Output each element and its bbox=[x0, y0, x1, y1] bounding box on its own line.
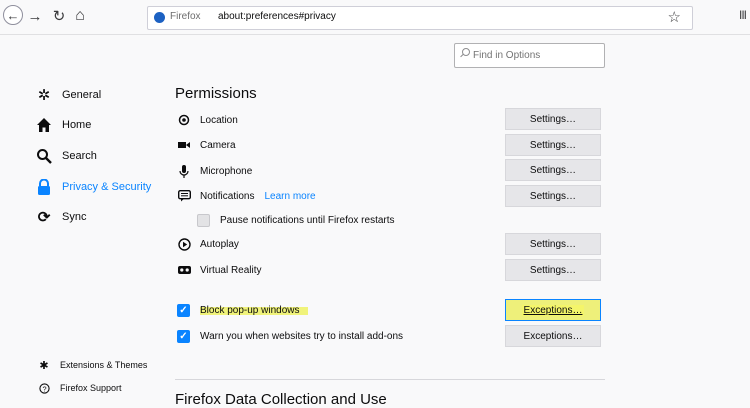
identity-label: Firefox bbox=[170, 11, 201, 22]
svg-text:?: ? bbox=[42, 384, 46, 393]
puzzle-icon: ✱ bbox=[39, 359, 49, 372]
vr-icon bbox=[177, 263, 191, 277]
block-popups-checkbox[interactable]: ✓ bbox=[177, 303, 190, 317]
library-icon[interactable]: III bbox=[739, 8, 747, 22]
autoplay-settings-button[interactable]: Settings… bbox=[505, 233, 601, 255]
search-icon bbox=[462, 48, 470, 56]
back-button[interactable]: ← bbox=[3, 5, 23, 25]
url-text: about:preferences#privacy bbox=[218, 11, 336, 22]
section-divider bbox=[175, 379, 605, 380]
forward-arrow-icon: → bbox=[27, 7, 43, 25]
sidebar-extensions-link[interactable]: ✱ Extensions & Themes bbox=[38, 358, 147, 372]
permission-row-microphone: Microphone bbox=[177, 163, 252, 179]
find-in-options[interactable] bbox=[454, 43, 605, 68]
location-settings-button[interactable]: Settings… bbox=[505, 108, 601, 130]
sidebar-footer-label: Firefox Support bbox=[60, 383, 122, 393]
option-label: Block pop-up windows bbox=[200, 304, 308, 316]
notifications-settings-button[interactable]: Settings… bbox=[505, 185, 601, 207]
option-label: Warn you when websites try to install ad… bbox=[200, 330, 404, 342]
permission-label: Notifications bbox=[200, 190, 255, 202]
microphone-settings-button[interactable]: Settings… bbox=[505, 159, 601, 181]
browser-toolbar: ← → ↻ ⌂ Firefox about:preferences#privac… bbox=[0, 0, 750, 35]
forward-button[interactable]: → bbox=[25, 6, 45, 26]
location-icon bbox=[177, 113, 191, 127]
option-label: Pause notifications until Firefox restar… bbox=[220, 214, 395, 226]
permission-row-vr: Virtual Reality bbox=[177, 262, 262, 278]
sync-icon: ⟳ bbox=[37, 209, 51, 226]
permission-label: Location bbox=[200, 114, 238, 126]
permission-row-location: Location bbox=[177, 112, 238, 128]
reload-icon: ↻ bbox=[52, 8, 66, 25]
camera-settings-button[interactable]: Settings… bbox=[505, 134, 601, 156]
sidebar-item-privacy[interactable]: Privacy & Security bbox=[36, 177, 151, 197]
sidebar-item-search[interactable]: Search bbox=[36, 146, 97, 166]
permission-label: Autoplay bbox=[200, 238, 239, 250]
block-popups-option[interactable]: ✓ Block pop-up windows bbox=[177, 302, 308, 318]
search-icon bbox=[36, 148, 52, 164]
bookmark-star-icon[interactable]: ☆ bbox=[668, 8, 681, 26]
sidebar-support-link[interactable]: ? Firefox Support bbox=[38, 381, 122, 395]
url-bar[interactable]: Firefox about:preferences#privacy ☆ bbox=[147, 6, 693, 30]
microphone-icon bbox=[177, 164, 191, 178]
permission-label: Microphone bbox=[200, 165, 253, 177]
permissions-heading: Permissions bbox=[175, 85, 257, 102]
sidebar-item-label: Home bbox=[62, 119, 92, 131]
permission-row-autoplay: Autoplay bbox=[177, 236, 239, 252]
addons-exceptions-button[interactable]: Exceptions… bbox=[505, 325, 601, 347]
pause-notifications-checkbox[interactable] bbox=[197, 213, 210, 227]
gear-icon: ✲ bbox=[37, 87, 51, 104]
lock-icon bbox=[36, 179, 52, 195]
sidebar-item-general[interactable]: ✲ General bbox=[36, 85, 101, 105]
learn-more-link[interactable]: Learn more bbox=[264, 191, 315, 202]
firefox-icon bbox=[154, 12, 165, 23]
back-arrow-icon: ← bbox=[6, 7, 20, 23]
permission-row-notifications: Notifications Learn more bbox=[177, 188, 316, 204]
home-icon bbox=[36, 117, 52, 133]
find-input[interactable] bbox=[473, 47, 593, 63]
autoplay-icon bbox=[177, 237, 191, 251]
sidebar-footer-label: Extensions & Themes bbox=[60, 360, 148, 370]
sidebar-item-label: General bbox=[62, 89, 102, 101]
notifications-icon bbox=[177, 189, 191, 203]
camera-icon bbox=[177, 138, 191, 152]
data-collection-heading: Firefox Data Collection and Use bbox=[175, 391, 387, 408]
permission-label: Virtual Reality bbox=[200, 264, 262, 276]
home-button[interactable]: ⌂ bbox=[70, 6, 90, 26]
sidebar-item-label: Search bbox=[62, 150, 97, 162]
button-label: Exceptions… bbox=[521, 304, 585, 316]
permission-row-camera: Camera bbox=[177, 137, 236, 153]
popup-exceptions-button[interactable]: Exceptions… bbox=[505, 299, 601, 321]
home-icon: ⌂ bbox=[75, 7, 85, 24]
sidebar-item-home[interactable]: Home bbox=[36, 115, 91, 135]
vr-settings-button[interactable]: Settings… bbox=[505, 259, 601, 281]
sidebar-item-sync[interactable]: ⟳ Sync bbox=[36, 207, 87, 227]
sidebar-item-label: Sync bbox=[62, 211, 87, 223]
warn-addons-checkbox[interactable]: ✓ bbox=[177, 329, 190, 343]
warn-addons-option[interactable]: ✓ Warn you when websites try to install … bbox=[177, 328, 403, 344]
pause-notifications-option[interactable]: Pause notifications until Firefox restar… bbox=[197, 212, 395, 228]
reload-button[interactable]: ↻ bbox=[49, 6, 69, 26]
permission-label: Camera bbox=[200, 139, 236, 151]
sidebar-item-label: Privacy & Security bbox=[62, 181, 152, 193]
help-icon: ? bbox=[38, 382, 50, 394]
